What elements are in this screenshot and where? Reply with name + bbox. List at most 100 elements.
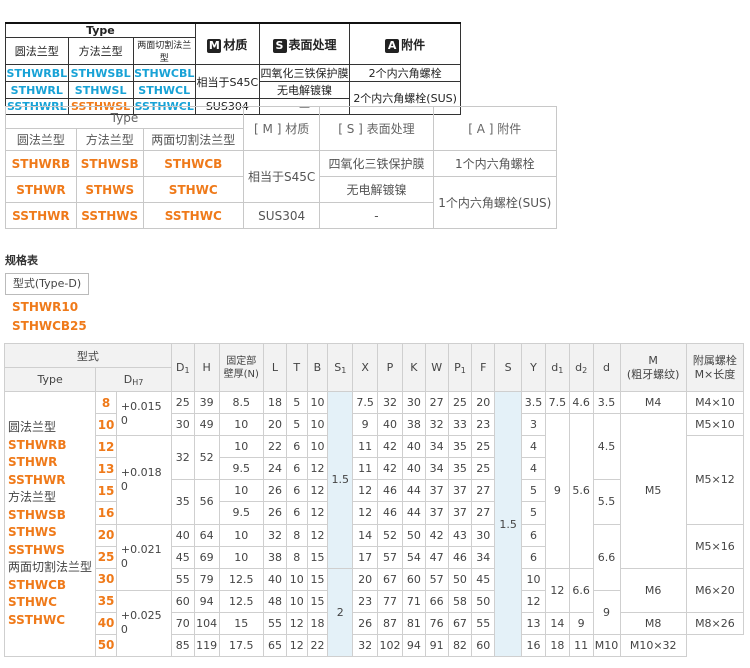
spec-cell: 4.5 [592, 413, 621, 481]
type-list: 圆法兰型 STHWRB STHWR SSTHWR 方法兰型 STHWSB STH… [3, 391, 97, 657]
spec-cell: 60 [170, 589, 195, 613]
spec-cell: 35 [447, 457, 473, 481]
spec-cell: 34 [424, 457, 449, 481]
spec-cell: 77 [377, 589, 403, 613]
spec-cell: 6 [285, 479, 308, 503]
bolt-header: 附属螺栓 M×长度 [685, 342, 745, 393]
tolerance-cell: +0.025 0 [115, 589, 172, 658]
spec-cell: 3.5 [592, 391, 621, 415]
spec-cell: 6 [285, 501, 308, 525]
spec-cell: 12 [285, 633, 308, 658]
tolerance-cell: +0.021 0 [115, 523, 172, 591]
spec-cell: 22 [306, 633, 329, 658]
type-cell: STHWSBL [67, 64, 134, 82]
spec-cell: 65 [263, 633, 287, 658]
spec-cell: 37 [424, 501, 449, 525]
spec-cell: 14 [544, 611, 570, 635]
spec-cell: 60 [471, 633, 496, 658]
spec-cell: 44 [401, 501, 426, 525]
spec-cell: M5×12 [685, 435, 745, 525]
spec-cell: 10 [306, 413, 329, 437]
spec-cell: 27 [424, 391, 449, 415]
h-header: H [193, 342, 220, 393]
dh7-value: 16 [95, 501, 117, 525]
s1-cell: 1.5 [327, 391, 354, 569]
spec-cell: 8 [285, 523, 308, 547]
model-header: 型式 [4, 342, 172, 369]
spec-cell: 67 [447, 611, 473, 635]
a-box-icon: A [385, 38, 400, 53]
spec-cell: M5×10 [685, 413, 745, 437]
spec-cell: 27 [471, 501, 496, 525]
spec-cell: 8 [285, 545, 308, 569]
type-subheader: Type [3, 367, 97, 393]
spec-cell: 57 [424, 567, 449, 591]
type-cell: STHWRBL [5, 64, 69, 82]
spec-cell: 94 [401, 633, 426, 658]
spec-cell: M8×26 [685, 611, 745, 635]
surface-header: [ S ] 表面处理 [319, 106, 434, 151]
spec-cell: 6.6 [592, 523, 621, 591]
spec-cell: 91 [424, 633, 449, 658]
spec-cell: 30 [170, 413, 195, 437]
surface-header: S 表面处理 [258, 22, 351, 65]
spec-cell: 6 [285, 435, 308, 459]
p-header: P [377, 342, 403, 393]
spec-cell: 40 [401, 457, 426, 481]
spec-cell: 12 [306, 457, 329, 481]
spec-cell: 26 [263, 479, 287, 503]
type-cell: STHWCB [142, 150, 244, 177]
spec-cell: 24 [263, 457, 287, 481]
spec-cell: M8 [619, 611, 687, 635]
spec-cell: 10 [218, 523, 265, 547]
spec-cell: 7.5 [352, 391, 379, 415]
type-cell: STHWSB [75, 150, 144, 177]
spec-cell: 11 [568, 633, 594, 658]
spec-cell: 4 [521, 435, 546, 459]
spec-cell: 10 [218, 479, 265, 503]
spec-cell: 32 [352, 633, 379, 658]
spec-cell: 45 [170, 545, 195, 569]
spec-cell: 45 [471, 567, 496, 591]
y-header: Y [521, 342, 546, 393]
type-cell: STHWRL [5, 81, 69, 99]
spec-cell: 49 [193, 413, 220, 437]
attachment-header: [ A ] 附件 [432, 106, 558, 151]
s1-cell: 2 [327, 567, 354, 658]
spec-cell: 10 [285, 589, 308, 613]
spec-cell: M5×16 [685, 523, 745, 569]
m-box-icon: M [207, 38, 222, 53]
attachment-cell: 1个内六角螺栓 [432, 150, 558, 177]
spec-cell: 60 [401, 567, 426, 591]
dh7-header: DH7 [95, 367, 172, 393]
dh7-value: 20 [95, 523, 117, 547]
spec-cell: 9.5 [218, 501, 265, 525]
type-cell: STHWR [5, 176, 77, 203]
spec-cell: 119 [193, 633, 220, 658]
tolerance-cell: +0.015 0 [115, 391, 172, 437]
spec-cell: 81 [401, 611, 426, 635]
spec-cell: 27 [471, 479, 496, 503]
spec-cell: 79 [193, 567, 220, 591]
type-header: Type [5, 22, 196, 38]
spec-cell: 58 [447, 589, 473, 613]
spec-cell: 12 [306, 501, 329, 525]
spec-cell: 44 [401, 479, 426, 503]
spec-cell: 34 [424, 435, 449, 459]
attachment-header: A 附件 [349, 22, 461, 65]
type-header: Type [5, 106, 244, 129]
spec-cell: 76 [424, 611, 449, 635]
dh7-value: 50 [95, 633, 117, 658]
model-example: STHWR10 [12, 300, 79, 314]
spec-cell: M5 [619, 413, 687, 569]
type-cell: SSTHWR [5, 202, 77, 229]
spec-cell: M6×20 [685, 567, 745, 613]
spec-cell: 12 [521, 589, 546, 613]
spec-cell: M4×10 [685, 391, 745, 415]
spec-cell: M10 [592, 633, 621, 658]
material-header: [ M ] 材质 [242, 106, 321, 151]
attachment-cell: 2个内六角螺栓 [349, 64, 461, 82]
spec-cell: 87 [377, 611, 403, 635]
spec-cell: 5 [521, 479, 546, 503]
spec-cell: 4 [521, 457, 546, 481]
